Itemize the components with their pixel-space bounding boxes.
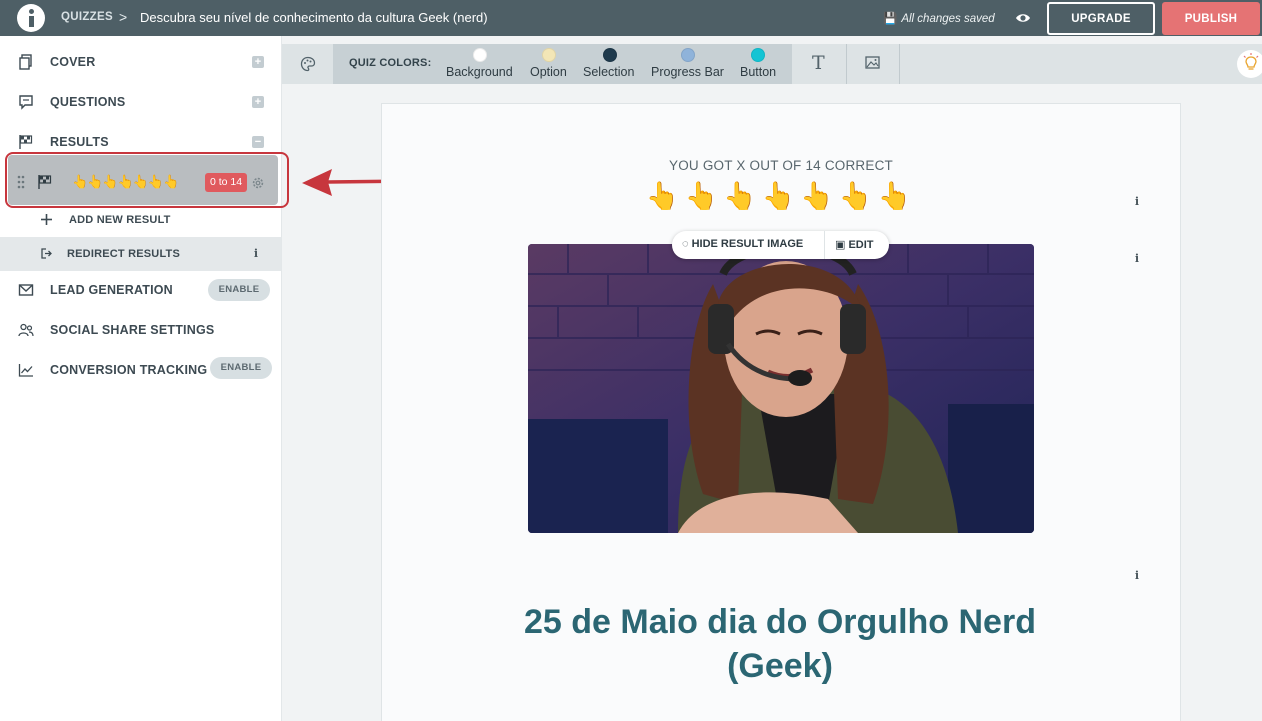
sidebar-item-label: LEAD GENERATION xyxy=(50,283,173,297)
collapse-results-icon[interactable]: − xyxy=(252,136,264,148)
sidebar-item-label: CONVERSION TRACKING xyxy=(50,363,208,377)
eye-slash-icon: ◌ xyxy=(682,238,692,250)
add-question-icon[interactable]: + xyxy=(252,96,264,108)
checkered-flag-icon xyxy=(19,135,33,149)
breadcrumb-quizzes[interactable]: QUIZZES xyxy=(61,11,113,23)
top-bar: QUIZZES > Descubra seu nível de conhecim… xyxy=(0,0,1262,36)
enable-conversion-tracking-button[interactable]: ENABLE xyxy=(210,357,272,379)
add-cover-icon[interactable]: + xyxy=(252,56,264,68)
result-image[interactable] xyxy=(528,244,1034,533)
swatch-selection[interactable] xyxy=(603,48,617,62)
result-image-illustration xyxy=(528,244,1034,533)
redirect-icon xyxy=(41,248,52,259)
edit-image-button[interactable]: ▣ EDIT xyxy=(835,238,874,251)
sidebar-item-label: QUESTIONS xyxy=(50,95,126,109)
users-icon xyxy=(18,323,34,337)
sidebar-item-cover[interactable]: COVER + xyxy=(0,42,281,82)
copy-icon xyxy=(19,54,32,70)
drag-handle-icon[interactable] xyxy=(17,175,25,189)
quiz-colors-label: QUIZ COLORS: xyxy=(349,57,432,69)
sidebar-item-lead-generation[interactable]: LEAD GENERATION ENABLE xyxy=(0,270,281,310)
info-icon[interactable]: i xyxy=(249,247,263,261)
swatch-label[interactable]: Button xyxy=(740,65,776,79)
info-icon[interactable]: i xyxy=(1130,569,1144,583)
hide-result-image-label: HIDE RESULT IMAGE xyxy=(691,238,804,250)
hide-result-image-button[interactable]: ◌ HIDE RESULT IMAGE xyxy=(682,238,803,250)
tips-bulb-button[interactable] xyxy=(1237,50,1262,78)
envelope-icon xyxy=(18,284,34,296)
sidebar-item-label: COVER xyxy=(50,55,96,69)
sidebar-item-label: RESULTS xyxy=(50,135,109,149)
result-title[interactable]: 25 de Maio dia do Orgulho Nerd (Geek) xyxy=(470,600,1090,688)
swatch-label[interactable]: Selection xyxy=(583,65,634,79)
toolbar-divider xyxy=(899,44,900,84)
sidebar-item-label: SOCIAL SHARE SETTINGS xyxy=(50,323,215,337)
sidebar-item-questions[interactable]: QUESTIONS + xyxy=(0,82,281,122)
score-range-badge: 0 to 14 xyxy=(205,173,247,192)
score-text[interactable]: YOU GOT X OUT OF 14 CORRECT xyxy=(381,158,1181,173)
sidebar-item-conversion-tracking[interactable]: CONVERSION TRACKING ENABLE xyxy=(0,350,281,390)
add-new-result-button[interactable]: ADD NEW RESULT xyxy=(0,203,281,237)
plus-icon xyxy=(41,214,52,225)
swatch-label[interactable]: Option xyxy=(530,65,567,79)
image-edit-icon: ▣ xyxy=(835,239,849,251)
comment-icon xyxy=(19,95,33,110)
app-logo[interactable] xyxy=(17,4,45,32)
publish-button[interactable]: PUBLISH xyxy=(1162,2,1260,35)
swatch-label[interactable]: Progress Bar xyxy=(651,65,724,79)
redirect-results-label: REDIRECT RESULTS xyxy=(67,248,181,260)
info-icon[interactable]: i xyxy=(1130,195,1144,209)
edit-image-label: EDIT xyxy=(848,239,874,251)
image-actions-bar: ◌ HIDE RESULT IMAGE ▣ EDIT xyxy=(672,231,889,259)
image-tool-icon[interactable] xyxy=(865,56,880,69)
swatch-option[interactable] xyxy=(542,48,556,62)
breadcrumb-separator: > xyxy=(119,9,128,25)
toolbar-divider xyxy=(846,44,847,84)
gear-icon[interactable] xyxy=(251,176,265,190)
checkered-flag-icon xyxy=(38,175,52,189)
add-new-result-label: ADD NEW RESULT xyxy=(69,214,171,226)
lightbulb-icon xyxy=(1243,53,1259,70)
actions-divider xyxy=(824,231,825,259)
palette-icon[interactable] xyxy=(300,56,316,72)
enable-lead-generation-button[interactable]: ENABLE xyxy=(208,279,270,301)
line-chart-icon xyxy=(18,364,33,377)
preview-eye-icon[interactable] xyxy=(1015,10,1031,26)
swatch-background[interactable] xyxy=(473,48,487,62)
swatch-button[interactable] xyxy=(751,48,765,62)
upgrade-button[interactable]: UPGRADE xyxy=(1047,2,1155,35)
sidebar-item-social-share[interactable]: SOCIAL SHARE SETTINGS xyxy=(0,310,281,350)
result-item-label: 👆👆👆👆👆👆👆 xyxy=(72,174,179,189)
swatch-progress-bar[interactable] xyxy=(681,48,695,62)
quiz-title: Descubra seu nível de conhecimento da cu… xyxy=(140,10,488,25)
font-tool-icon[interactable]: T xyxy=(812,52,825,74)
result-headline-emoji[interactable]: 👆👆👆👆👆👆👆 xyxy=(381,180,1181,212)
redirect-results-button[interactable]: REDIRECT RESULTS i xyxy=(0,237,281,271)
save-status-text: All changes saved xyxy=(901,13,995,25)
save-icon: 💾 xyxy=(883,13,898,25)
save-status: 💾 All changes saved xyxy=(883,11,995,25)
info-icon[interactable]: i xyxy=(1130,252,1144,266)
swatch-label[interactable]: Background xyxy=(446,65,513,79)
